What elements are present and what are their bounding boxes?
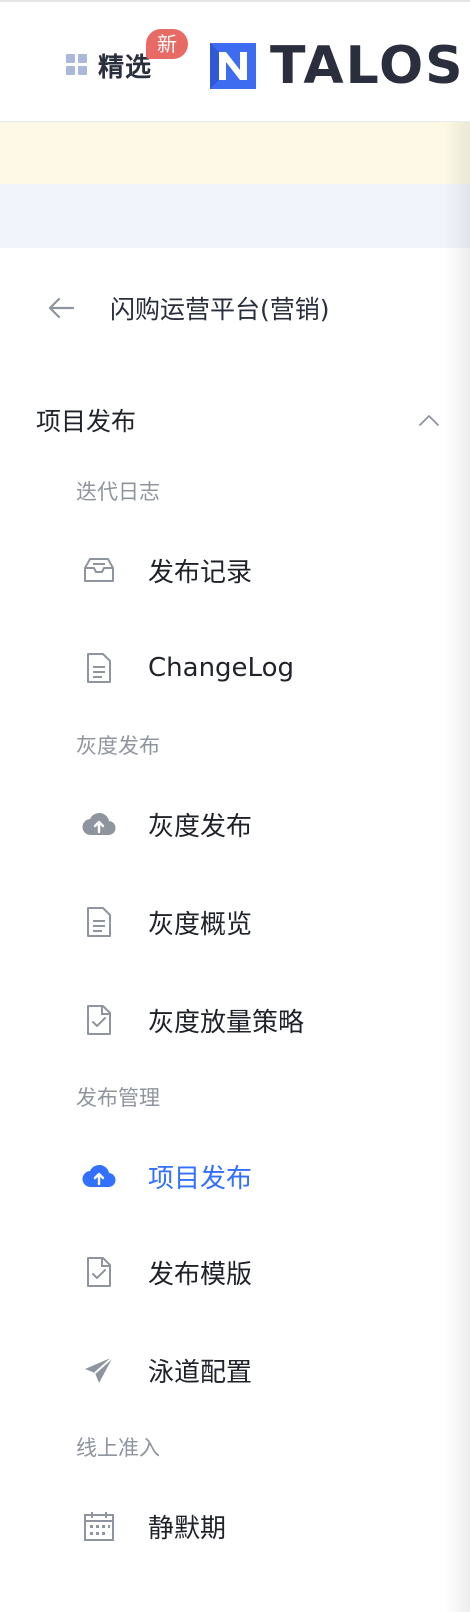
cloud-upload-icon (82, 1159, 116, 1193)
menu-item-gray-overview[interactable]: 灰度概览 (0, 888, 440, 956)
document-icon (82, 651, 116, 685)
arrow-left-icon (48, 297, 75, 319)
file-check-icon (82, 1003, 116, 1037)
document-icon (82, 905, 116, 939)
calendar-icon (82, 1509, 116, 1543)
file-check-icon (82, 1255, 116, 1289)
talos-logo-icon (210, 43, 256, 89)
menu-item-label: 项目发布 (148, 1163, 253, 1194)
menu-item-label: ChangeLog (148, 653, 294, 683)
menu-item-release-records[interactable]: 发布记录 (0, 536, 440, 604)
notice-banner (0, 122, 470, 184)
send-icon (82, 1353, 116, 1387)
sub-header-strip (0, 184, 470, 248)
chevron-up-icon (419, 415, 439, 426)
group-label-online-access: 线上准入 (76, 1436, 160, 1460)
section-project-release[interactable]: 项目发布 (0, 390, 460, 450)
menu-item-label: 发布记录 (148, 557, 253, 588)
group-label-iteration-log: 迭代日志 (76, 480, 160, 504)
menu-item-project-release[interactable]: 项目发布 (0, 1142, 440, 1210)
group-label-release-management: 发布管理 (76, 1086, 160, 1110)
featured-label: 精选 (98, 52, 153, 83)
section-title: 项目发布 (36, 407, 137, 436)
inbox-icon (82, 553, 116, 587)
menu-item-label: 灰度概览 (148, 909, 253, 940)
menu-item-gray-release[interactable]: 灰度发布 (0, 790, 440, 858)
menu-item-quiet-period[interactable]: 静默期 (0, 1492, 440, 1560)
talos-logo[interactable]: TALOS (210, 40, 465, 92)
back-button[interactable]: 闪购运营平台(营销) (0, 276, 440, 340)
menu-item-label: 泳道配置 (148, 1357, 253, 1388)
platform-title: 闪购运营平台(营销) (110, 295, 330, 324)
menu-item-label: 发布模版 (148, 1259, 253, 1290)
cloud-upload-icon (82, 807, 116, 841)
menu-item-gray-ramp-strategy[interactable]: 灰度放量策略 (0, 986, 440, 1054)
side-menu: 闪购运营平台(营销) 项目发布 迭代日志 发布记录 ChangeLog 灰度发布 (0, 248, 470, 1612)
new-badge: 新 (146, 29, 188, 59)
menu-item-label: 静默期 (148, 1513, 227, 1544)
menu-item-label: 灰度放量策略 (148, 1007, 305, 1038)
menu-item-lane-config[interactable]: 泳道配置 (0, 1336, 440, 1404)
featured-button[interactable]: 精选 (66, 48, 153, 83)
menu-item-changelog[interactable]: ChangeLog (0, 634, 440, 702)
menu-item-release-template[interactable]: 发布模版 (0, 1238, 440, 1306)
menu-item-label: 灰度发布 (148, 811, 253, 842)
top-bar: 精选 新 TALOS (0, 0, 470, 122)
grid-icon (66, 54, 88, 76)
logo-text: TALOS (270, 36, 465, 96)
group-label-gray-release: 灰度发布 (76, 734, 160, 758)
